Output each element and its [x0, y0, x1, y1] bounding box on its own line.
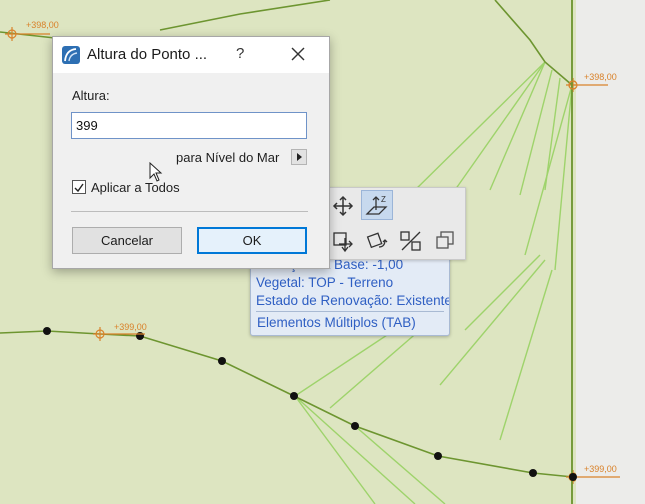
height-label: Altura:	[72, 88, 110, 103]
apply-all-label[interactable]: Aplicar a Todos	[91, 180, 180, 195]
elevation-button[interactable]: Z	[361, 190, 393, 220]
multiply-icon	[436, 231, 454, 249]
elevation-label: +398,00	[584, 72, 617, 82]
offset-icon	[400, 231, 421, 251]
cancel-button[interactable]: Cancelar	[72, 227, 182, 254]
elevation-label: +399,00	[114, 322, 147, 332]
dialog-divider	[71, 211, 308, 212]
info-line-renovation: Estado de Renovação: Existente	[256, 293, 450, 308]
info-line-multiple-elements[interactable]: Elementos Múltiplos (TAB)	[257, 315, 416, 330]
rotate-icon	[366, 232, 388, 249]
close-icon[interactable]	[287, 43, 309, 65]
mouse-cursor-icon	[149, 162, 163, 182]
info-line-layer: Vegetal: TOP - Terreno	[256, 275, 394, 290]
ok-button[interactable]: OK	[197, 227, 307, 254]
elevation-icon: Z	[365, 195, 388, 215]
elevation-dialog: Altura do Ponto ... ? Altura: para Nível…	[52, 36, 330, 269]
drag-copy-icon	[333, 232, 353, 253]
elevation-label: +399,00	[584, 464, 617, 474]
pet-palette: Z	[326, 187, 466, 260]
apply-all-checkbox[interactable]	[72, 180, 86, 194]
drag-copy-button[interactable]	[327, 226, 359, 256]
elevation-label: +398,00	[26, 20, 59, 30]
height-input[interactable]	[71, 112, 307, 139]
move-button[interactable]	[327, 191, 359, 221]
multiply-button[interactable]	[429, 226, 461, 256]
reference-level-button[interactable]	[291, 149, 307, 165]
offset-button[interactable]	[395, 226, 427, 256]
rotate-button[interactable]	[361, 226, 393, 256]
checkmark-icon	[74, 183, 84, 193]
help-button[interactable]: ?	[236, 45, 244, 62]
move-icon	[332, 195, 354, 217]
dialog-titlebar[interactable]: Altura do Ponto ... ?	[53, 37, 329, 73]
play-arrow-icon	[297, 153, 302, 161]
reference-level-label: para Nível do Mar	[176, 150, 280, 165]
svg-text:Z: Z	[381, 195, 386, 204]
archicad-app-icon	[62, 46, 80, 64]
info-divider	[256, 311, 444, 312]
dialog-title: Altura do Ponto ...	[87, 46, 208, 63]
